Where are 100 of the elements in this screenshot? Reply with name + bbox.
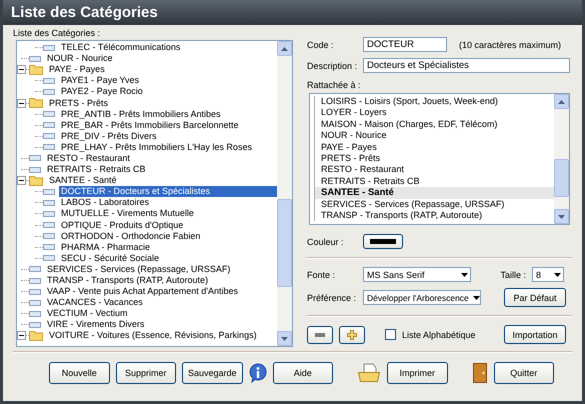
- door-icon: [472, 363, 488, 383]
- document-icon: [43, 255, 55, 262]
- description-label: Description :: [307, 60, 357, 72]
- printer-icon: [357, 363, 381, 383]
- document-icon: [29, 310, 41, 317]
- exit-button[interactable]: Quitter: [494, 362, 554, 384]
- folder-icon: [29, 64, 43, 75]
- add-button[interactable]: [339, 326, 365, 344]
- tree-item[interactable]: LABOS - Laboratoires: [59, 197, 277, 208]
- tree-item[interactable]: SANTEE - Santé: [47, 175, 277, 186]
- window-title: Liste des Catégories: [3, 0, 582, 25]
- tree-item[interactable]: RETRAITS - Retraits CB: [45, 164, 277, 176]
- tree-item[interactable]: PRE_ANTIB - Prêts Immobiliers Antibes: [59, 108, 277, 120]
- document-icon: [43, 111, 55, 118]
- tree-item[interactable]: PRE_BAR - Prêts Immobiliers Barcelonnette: [59, 120, 277, 131]
- tree-item[interactable]: RESTO - Restaurant: [45, 152, 277, 164]
- document-icon: [43, 233, 55, 240]
- font-label: Fonte :: [307, 268, 336, 280]
- tree-item[interactable]: PRETS - Prêts: [47, 98, 277, 109]
- tree-item[interactable]: OPTIQUE - Produits d'Optique: [59, 220, 277, 231]
- action-button[interactable]: Supprimer: [116, 362, 176, 384]
- alphabetical-checkbox[interactable]: [385, 329, 396, 340]
- code-field[interactable]: DOCTEUR: [363, 37, 447, 52]
- collapse-icon[interactable]: [17, 65, 26, 74]
- size-label: Taille :: [500, 270, 526, 280]
- folder-icon: [29, 176, 43, 186]
- document-icon: [29, 56, 41, 62]
- document-icon: [43, 200, 55, 206]
- font-dropdown[interactable]: MS Sans Serif: [363, 267, 471, 282]
- document-icon: [43, 144, 55, 150]
- tree-item[interactable]: SECU - Sécurité Sociale: [59, 252, 277, 264]
- minus-icon: [315, 332, 325, 336]
- tree-item[interactable]: VAAP - Vente puis Achat Appartement d'Antibes: [45, 286, 277, 298]
- folder-icon: [29, 330, 43, 341]
- tree-label: Liste des Catégories :: [13, 28, 102, 39]
- tree-item[interactable]: VIRE - Virements Divers: [45, 319, 277, 330]
- document-icon: [43, 210, 55, 217]
- tree-item[interactable]: PRE_DIV - Prêts Divers: [59, 130, 277, 142]
- remove-button[interactable]: [307, 326, 333, 344]
- tree-item[interactable]: SERVICES - Services (Repassage, URSSAF): [45, 264, 277, 275]
- preference-dropdown[interactable]: Développer l'Arborescence: [363, 290, 481, 305]
- tree-item[interactable]: PAYE - Payes: [47, 64, 277, 76]
- description-field[interactable]: Docteurs et Spécialistes: [363, 58, 570, 73]
- scroll-down-arrow-icon[interactable]: [558, 214, 565, 218]
- info-icon: [248, 363, 266, 383]
- document-icon: [43, 244, 55, 250]
- plus-icon: [347, 330, 357, 340]
- collapse-icon[interactable]: [17, 176, 26, 186]
- document-icon: [29, 300, 41, 306]
- document-icon: [43, 44, 55, 51]
- document-icon: [43, 78, 55, 84]
- info-button[interactable]: Aide: [272, 362, 333, 384]
- tree-item[interactable]: MUTUELLE - Virements Mutuelle: [59, 208, 277, 220]
- scroll-down-arrow-icon[interactable]: [281, 336, 288, 340]
- parent-list-label: Rattachée à :: [307, 80, 362, 91]
- scrollbar[interactable]: [277, 41, 292, 346]
- tree-item[interactable]: TELEC - Télécommunications: [59, 42, 277, 54]
- tree-item[interactable]: VACANCES - Vacances: [45, 297, 277, 308]
- document-icon: [29, 288, 41, 295]
- tree-item[interactable]: PRE_LHAY - Prêts Immobiliers L'Hay les Roses: [59, 142, 277, 153]
- scrollbar-thumb[interactable]: [277, 199, 292, 287]
- scroll-up-arrow-icon[interactable]: [281, 46, 288, 50]
- color-label: Couleur :: [307, 236, 345, 248]
- tree-item[interactable]: PAYE2 - Paye Rocio: [59, 86, 277, 98]
- collapse-icon[interactable]: [17, 98, 26, 108]
- document-icon: [43, 122, 55, 128]
- color-button[interactable]: [363, 234, 403, 249]
- tree-item[interactable]: VOITURE - Voitures (Essence, Révisions, Parkings): [47, 330, 277, 342]
- document-icon: [43, 188, 55, 195]
- scrollbar[interactable]: [554, 94, 569, 224]
- default-button[interactable]: Par Défaut: [504, 288, 566, 307]
- import-button[interactable]: Importation: [504, 325, 566, 344]
- preference-label: Préférence :: [307, 292, 357, 304]
- tree-item[interactable]: ORTHODON - Orthodoncie Fabien: [59, 230, 277, 242]
- document-icon: [29, 278, 41, 284]
- action-button[interactable]: Sauvegarde: [182, 362, 242, 384]
- action-button[interactable]: Nouvelle: [49, 362, 110, 384]
- folder-icon: [29, 98, 43, 108]
- document-icon: [43, 88, 55, 95]
- print-button[interactable]: Imprimer: [387, 362, 448, 384]
- document-icon: [29, 266, 41, 272]
- list-item[interactable]: SANTEE - Santé: [314, 187, 554, 199]
- collapse-icon[interactable]: [17, 331, 26, 340]
- tree-item[interactable]: NOUR - Nourice: [45, 53, 277, 64]
- document-icon: [29, 322, 41, 328]
- alphabetical-label: Liste Alphabétique: [402, 330, 476, 340]
- scroll-up-arrow-icon[interactable]: [558, 100, 565, 104]
- tree-item[interactable]: VECTIUM - Vectium: [45, 308, 277, 320]
- tree-item[interactable]: TRANSP - Transports (RATP, Autoroute): [45, 275, 277, 286]
- document-icon: [43, 222, 55, 228]
- tree-item[interactable]: PHARMA - Pharmacie: [59, 242, 277, 253]
- code-label: Code :: [307, 38, 335, 50]
- document-icon: [29, 155, 41, 162]
- document-icon: [43, 133, 55, 140]
- size-dropdown[interactable]: 8: [532, 267, 564, 282]
- tree-item[interactable]: DOCTEUR - Docteurs et Spécialistes: [59, 186, 277, 198]
- scrollbar-thumb[interactable]: [554, 159, 569, 197]
- document-icon: [29, 166, 41, 173]
- tree-item[interactable]: PAYE1 - Paye Yves: [59, 75, 277, 86]
- code-hint: (10 caractères maximum): [459, 40, 562, 50]
